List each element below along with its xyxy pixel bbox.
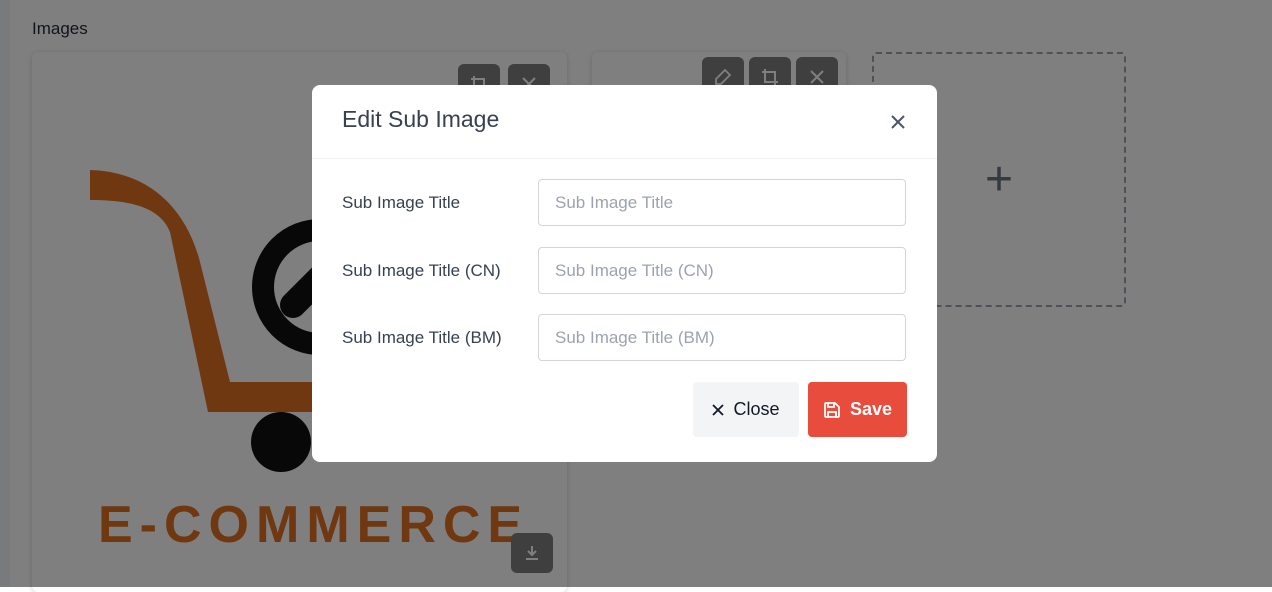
- sub-image-title-bm-label: Sub Image Title (BM): [342, 328, 502, 347]
- save-button-label: Save: [849, 399, 893, 419]
- save-icon: [824, 401, 840, 418]
- form-row-sub-image-title-cn: Sub Image Title (CN): [342, 247, 907, 295]
- sub-image-title-bm-input[interactable]: [538, 314, 906, 361]
- close-icon: [891, 115, 905, 129]
- form-row-sub-image-title: Sub Image Title: [342, 179, 907, 227]
- close-button[interactable]: Close: [693, 382, 799, 437]
- form-row-sub-image-title-bm: Sub Image Title (BM): [342, 314, 907, 362]
- sub-image-title-cn-input[interactable]: [538, 247, 906, 294]
- edit-sub-image-modal: Edit Sub Image Sub Image Title Sub Image…: [312, 85, 937, 462]
- save-button[interactable]: Save: [808, 382, 907, 437]
- sub-image-title-input[interactable]: [538, 179, 906, 226]
- modal-header: Edit Sub Image: [312, 85, 937, 159]
- sub-image-title-label: Sub Image Title: [342, 193, 461, 212]
- modal-title: Edit Sub Image: [342, 106, 500, 132]
- modal-close-button[interactable]: [887, 111, 909, 133]
- close-button-label: Close: [733, 399, 780, 419]
- close-icon: [712, 403, 725, 416]
- sub-image-title-cn-label: Sub Image Title (CN): [342, 261, 501, 280]
